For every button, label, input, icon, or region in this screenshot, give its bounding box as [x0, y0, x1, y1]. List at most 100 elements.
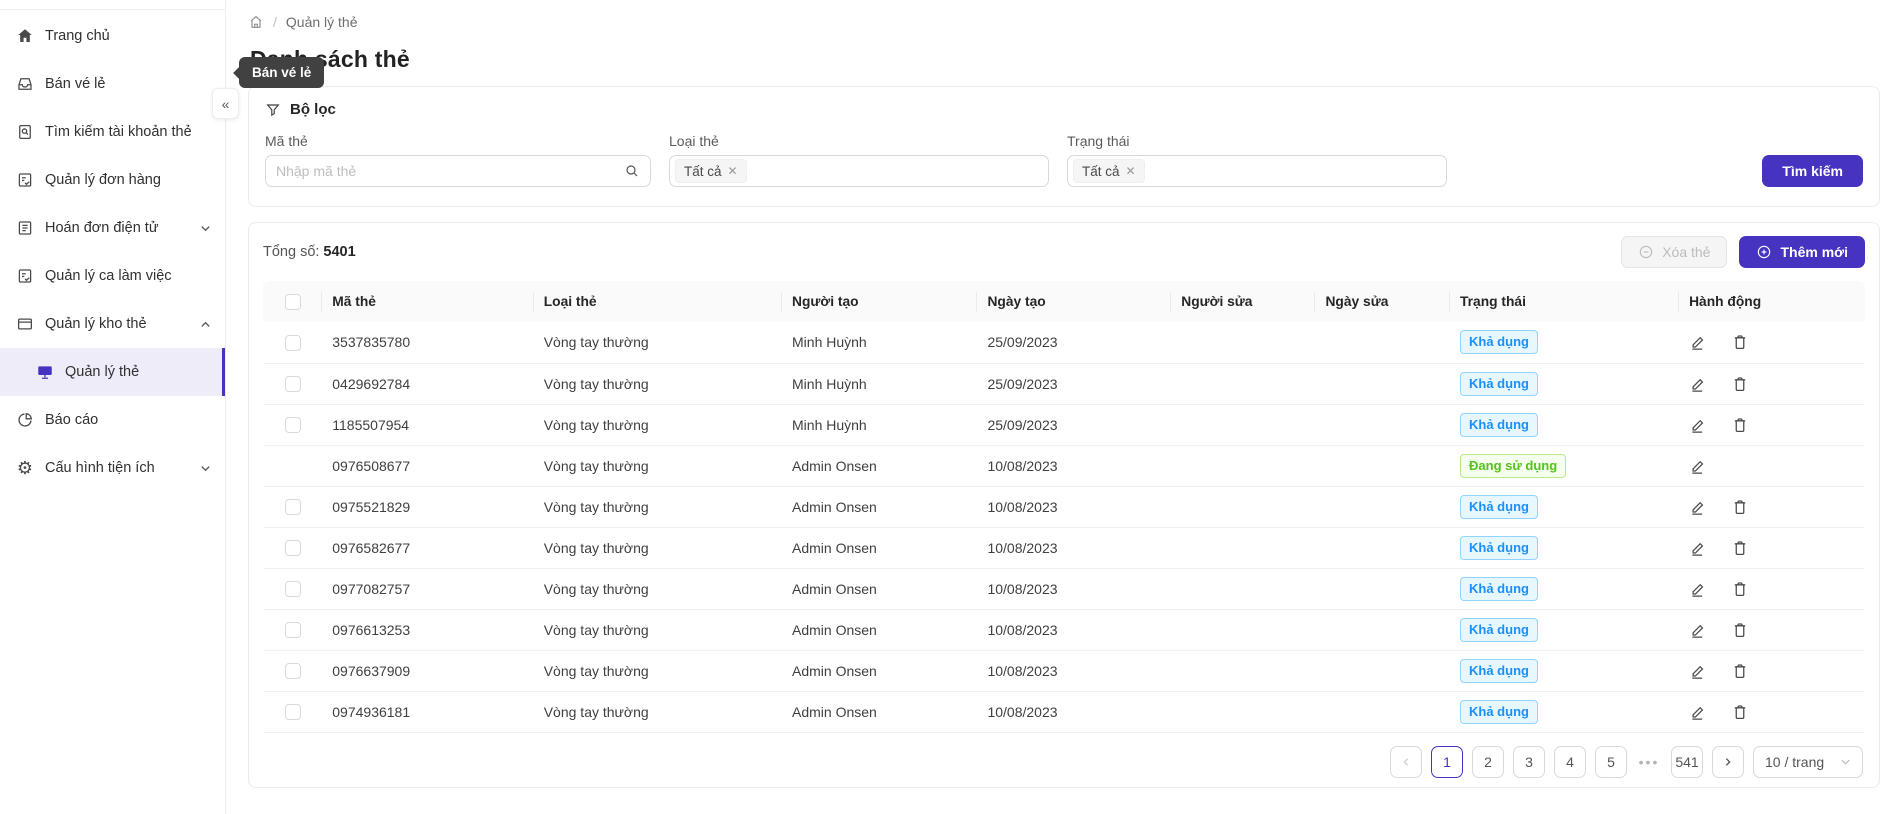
cell-edited [1315, 609, 1450, 650]
cell-type: Vòng tay thường [534, 486, 782, 527]
edit-icon[interactable] [1689, 621, 1707, 639]
row-checkbox[interactable] [285, 581, 301, 597]
delete-icon[interactable] [1731, 703, 1749, 721]
pagination-page-4[interactable]: 4 [1554, 746, 1586, 778]
table-header-row: Mã thẻ Loại thẻ Người tạo Ngày tạo Người… [263, 281, 1865, 322]
card-code-field [265, 155, 651, 187]
cell-editor [1171, 363, 1315, 404]
delete-icon[interactable] [1731, 416, 1749, 434]
breadcrumb: / Quản lý thẻ [248, 14, 1880, 30]
cell-edited [1315, 404, 1450, 445]
home-icon [16, 27, 34, 45]
cell-edited [1315, 322, 1450, 363]
cell-created: 25/09/2023 [977, 404, 1171, 445]
row-checkbox[interactable] [285, 663, 301, 679]
pagination-page-3[interactable]: 3 [1513, 746, 1545, 778]
tooltip-ban-ve-le: Bán vé lẻ [239, 57, 324, 88]
add-new-button[interactable]: Thêm mới [1739, 236, 1865, 268]
edit-icon[interactable] [1689, 457, 1707, 475]
edit-icon[interactable] [1689, 498, 1707, 516]
edit-icon[interactable] [1689, 662, 1707, 680]
table-row: 0976582677 Vòng tay thường Admin Onsen 1… [263, 527, 1865, 568]
sidebar-item-ban-ve-le[interactable]: Bán vé lẻ [0, 60, 225, 108]
sidebar-item-label: Hoán đơn điện tử [45, 220, 159, 236]
card-type-select[interactable]: Tất cả ✕ [669, 155, 1049, 187]
edit-icon[interactable] [1689, 333, 1707, 351]
cell-editor [1171, 527, 1315, 568]
cell-editor [1171, 486, 1315, 527]
delete-icon[interactable] [1731, 333, 1749, 351]
pagination-page-5[interactable]: 5 [1595, 746, 1627, 778]
sidebar-item-trang-chu[interactable]: Trang chủ [0, 12, 225, 60]
table-row: 0976613253 Vòng tay thường Admin Onsen 1… [263, 609, 1865, 650]
sidebar-item-quan-ly-the[interactable]: Quản lý thẻ [0, 348, 225, 396]
sidebar: Trang chủ Bán vé lẻ Tìm kiếm tài khoản t… [0, 0, 226, 814]
cell-editor [1171, 650, 1315, 691]
tag-remove-icon[interactable]: ✕ [1126, 164, 1136, 178]
sidebar-collapse-button[interactable]: « [212, 88, 239, 119]
delete-cards-button[interactable]: Xóa thẻ [1621, 236, 1727, 268]
cell-created: 10/08/2023 [977, 650, 1171, 691]
table-panel: Tổng số:5401 Xóa thẻ Thêm mới [248, 222, 1880, 788]
pagination-page-2[interactable]: 2 [1472, 746, 1504, 778]
breadcrumb-current[interactable]: Quản lý thẻ [286, 14, 358, 30]
delete-icon[interactable] [1731, 662, 1749, 680]
sidebar-item-quan-ly-kho-the[interactable]: Quản lý kho thẻ [0, 300, 225, 348]
delete-icon[interactable] [1731, 580, 1749, 598]
pagination-ellipsis[interactable]: ••• [1636, 746, 1662, 778]
row-checkbox[interactable] [285, 704, 301, 720]
sidebar-item-tim-kiem-tai-khoan-the[interactable]: Tìm kiếm tài khoản thẻ [0, 108, 225, 156]
pagination-next-button[interactable] [1712, 746, 1744, 778]
sidebar-item-hoan-don-dien-tu[interactable]: Hoán đơn điện tử [0, 204, 225, 252]
cell-creator: Admin Onsen [782, 486, 977, 527]
select-all-checkbox[interactable] [285, 294, 301, 310]
delete-icon[interactable] [1731, 621, 1749, 639]
edit-icon[interactable] [1689, 539, 1707, 557]
sidebar-item-quan-ly-ca-lam-viec[interactable]: Quản lý ca làm việc [0, 252, 225, 300]
chevron-down-icon [1840, 756, 1851, 767]
page-size-select[interactable]: 10 / trang [1753, 746, 1863, 778]
plus-circle-icon [1756, 244, 1772, 260]
filter-header: Bộ lọc [265, 101, 1863, 118]
search-button[interactable]: Tìm kiếm [1762, 155, 1863, 187]
sidebar-item-bao-cao[interactable]: Báo cáo [0, 396, 225, 444]
search-icon[interactable] [624, 163, 640, 179]
sidebar-item-quan-ly-don-hang[interactable]: Quản lý đơn hàng [0, 156, 225, 204]
ticket-tray-icon [16, 75, 34, 93]
edit-icon[interactable] [1689, 580, 1707, 598]
shift-checklist-icon [16, 267, 34, 285]
pagination-page-1[interactable]: 1 [1431, 746, 1463, 778]
pagination-page-last[interactable]: 541 [1671, 746, 1703, 778]
pagination-prev-button[interactable] [1390, 746, 1422, 778]
row-checkbox[interactable] [285, 335, 301, 351]
cell-editor [1171, 691, 1315, 732]
tag-remove-icon[interactable]: ✕ [728, 164, 738, 178]
delete-icon[interactable] [1731, 498, 1749, 516]
cell-type: Vòng tay thường [534, 445, 782, 486]
sidebar-item-label: Báo cáo [45, 412, 98, 428]
sidebar-item-label: Trang chủ [45, 28, 110, 44]
sidebar-item-cau-hinh-tien-ich[interactable]: ⚙ Cấu hình tiện ích [0, 444, 225, 492]
cell-type: Vòng tay thường [534, 322, 782, 363]
status-badge: Khả dụng [1460, 330, 1538, 354]
edit-icon[interactable] [1689, 703, 1707, 721]
row-checkbox[interactable] [285, 417, 301, 433]
delete-icon[interactable] [1731, 375, 1749, 393]
col-ngay-sua: Ngày sửa [1315, 281, 1450, 322]
delete-icon[interactable] [1731, 539, 1749, 557]
card-code-input[interactable] [276, 163, 624, 179]
edit-icon[interactable] [1689, 416, 1707, 434]
row-checkbox[interactable] [285, 499, 301, 515]
status-select[interactable]: Tất cả ✕ [1067, 155, 1447, 187]
status-badge: Khả dụng [1460, 495, 1538, 519]
cell-code: 3537835780 [322, 322, 533, 363]
row-checkbox[interactable] [285, 376, 301, 392]
table-row: 0977082757 Vòng tay thường Admin Onsen 1… [263, 568, 1865, 609]
sidebar-item-label: Quản lý ca làm việc [45, 268, 172, 284]
cell-created: 10/08/2023 [977, 486, 1171, 527]
selected-tag: Tất cả ✕ [1073, 159, 1145, 183]
home-icon[interactable] [248, 14, 264, 30]
row-checkbox[interactable] [285, 622, 301, 638]
row-checkbox[interactable] [285, 540, 301, 556]
edit-icon[interactable] [1689, 375, 1707, 393]
